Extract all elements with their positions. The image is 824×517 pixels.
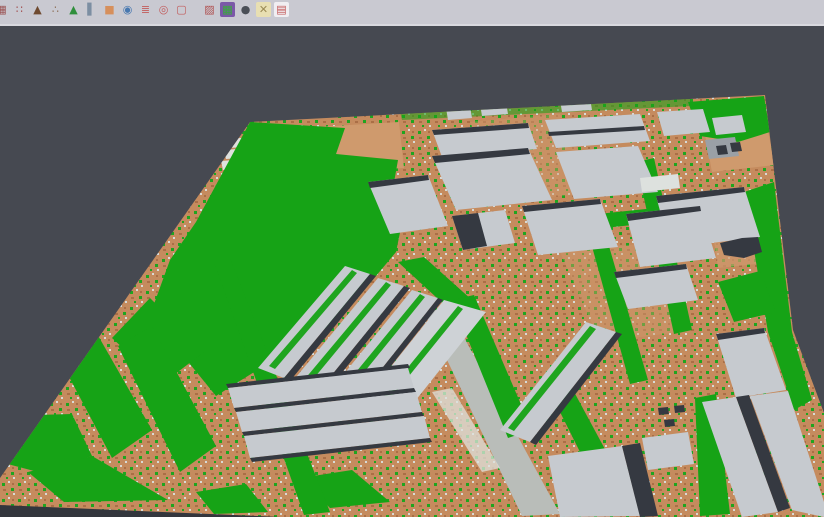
clutter-1 (658, 407, 669, 415)
tr-pit-2 (730, 142, 742, 152)
bldg-top-tiny-3 (560, 98, 592, 112)
terrain-dem-icon[interactable]: ▲ (30, 2, 45, 17)
target-circle-icon[interactable]: ◎ (156, 2, 171, 17)
sparse-points-icon[interactable]: ∴ (48, 2, 63, 17)
viewport-3d[interactable] (0, 0, 824, 517)
delete-cross-icon[interactable]: ✕ (256, 2, 271, 17)
flag-rows-icon[interactable]: ▤ (274, 2, 289, 17)
clip-box-icon[interactable]: ▢ (174, 2, 189, 17)
bldg-top-tiny-2 (480, 102, 508, 116)
sphere-render-icon[interactable]: ● (238, 2, 253, 17)
texture-icon[interactable]: ▦ (0, 2, 9, 17)
application-window: ▦∷▲∴▲▌■◉≣◎▢▨▦●✕▤ (0, 0, 824, 517)
globe-icon[interactable]: ◉ (120, 2, 135, 17)
orthophoto-icon[interactable]: ■ (102, 2, 117, 17)
clutter-3 (664, 419, 675, 427)
bldg-tr-a (712, 115, 746, 135)
vegetation-terrain-icon[interactable]: ▲ (66, 2, 81, 17)
classification-view-icon[interactable]: ▦ (220, 2, 235, 17)
deselect-box-icon[interactable]: ▨ (202, 2, 217, 17)
clutter-2 (674, 405, 685, 413)
bldg-top-tiny-1 (446, 106, 472, 120)
layers-icon[interactable]: ≣ (138, 2, 153, 17)
bldg-bc-small (642, 432, 694, 470)
point-cloud-scene[interactable] (0, 0, 824, 517)
tr-pit-1 (716, 145, 728, 155)
bldg-t3 (657, 109, 710, 136)
profile-view-icon[interactable]: ▌ (84, 2, 99, 17)
toolbar: ▦∷▲∴▲▌■◉≣◎▢▨▦●✕▤ (0, 0, 824, 26)
classify-points-icon[interactable]: ∷ (12, 2, 27, 17)
